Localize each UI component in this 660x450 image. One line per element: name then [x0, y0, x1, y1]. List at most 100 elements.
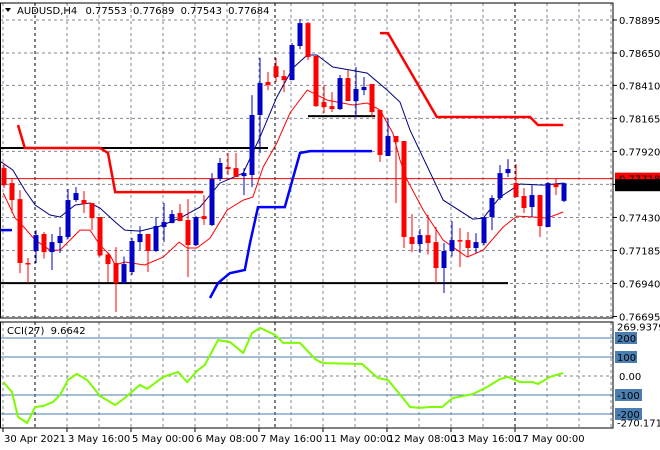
- bearish-candle: [457, 240, 463, 242]
- cci-level-label: -100: [617, 391, 640, 402]
- bearish-candle: [233, 168, 239, 178]
- close-value: 0.77684: [228, 6, 269, 17]
- bullish-candle: [385, 136, 391, 156]
- bullish-candle: [209, 179, 215, 225]
- bullish-candle: [561, 183, 567, 201]
- price-tick-label: 0.77920: [619, 147, 660, 158]
- bearish-candle: [185, 220, 191, 246]
- price-tick-label: 0.76940: [619, 279, 660, 290]
- bullish-candle: [217, 162, 223, 180]
- bearish-candle: [105, 254, 111, 265]
- price-tick-label: 0.78650: [619, 49, 660, 60]
- time-tick-label: 5 May 00:00: [132, 434, 194, 445]
- price-tick-label: 0.78895: [619, 16, 660, 27]
- cci-zero-label: 0.00: [619, 372, 641, 383]
- chart-window[interactable]: 0.78895 0.78650 0.78410 0.78165 0.77920 0.776…: [0, 0, 660, 450]
- time-tick-label: 13 May 16:00: [452, 434, 521, 445]
- bearish-candle: [369, 84, 375, 113]
- svg-text:CCI(27) 9.6642: CCI(27) 9.6642: [7, 326, 86, 337]
- cci-min-label: -270.1716: [617, 418, 660, 429]
- bearish-candle: [265, 81, 271, 86]
- bullish-candle: [361, 86, 367, 91]
- bearish-candle: [345, 78, 351, 101]
- bullish-candle: [289, 45, 295, 81]
- bullish-candle: [505, 169, 511, 174]
- bearish-candle: [97, 217, 103, 256]
- bearish-candle: [521, 196, 527, 209]
- bullish-candle: [49, 242, 55, 253]
- bearish-candle: [281, 76, 287, 81]
- bullish-candle: [73, 193, 79, 201]
- bearish-candle: [465, 240, 471, 249]
- bearish-candle: [425, 235, 431, 244]
- high-value: 0.77689: [133, 6, 174, 17]
- symbol-label: AUDUSD,H4: [17, 6, 77, 17]
- bullish-candle: [57, 236, 63, 244]
- bearish-candle: [9, 183, 15, 201]
- bullish-candle: [449, 240, 455, 251]
- bullish-candle: [161, 222, 167, 228]
- price-tick-label: 0.77185: [619, 246, 660, 257]
- bearish-candle: [329, 106, 335, 110]
- bullish-candle: [417, 235, 423, 244]
- bearish-candle: [177, 212, 183, 222]
- bullish-candle: [169, 214, 175, 224]
- price-tick-label: 0.78410: [619, 81, 660, 92]
- cci-value: 9.6642: [51, 326, 86, 337]
- bearish-candle: [17, 199, 23, 263]
- bearish-candle: [393, 136, 399, 143]
- bullish-candle: [129, 241, 135, 273]
- bullish-candle: [497, 173, 503, 199]
- cci-max-label: 269.9379: [617, 323, 660, 334]
- time-tick-label: 3 May 16:00: [68, 434, 130, 445]
- bearish-candle: [273, 66, 279, 78]
- time-tick-label: 11 May 00:00: [324, 434, 393, 445]
- time-tick-label: 17 May 00:00: [516, 434, 585, 445]
- bearish-candle: [81, 200, 87, 205]
- cci-name: CCI(27): [7, 326, 45, 337]
- bullish-candle: [153, 226, 159, 251]
- bullish-candle: [545, 183, 551, 228]
- bullish-candle: [193, 217, 199, 246]
- bearish-candle: [225, 167, 231, 170]
- bearish-candle: [401, 141, 407, 237]
- bullish-candle: [241, 173, 247, 177]
- bearish-candle: [1, 168, 7, 186]
- price-chart[interactable]: 0.78895 0.78650 0.78410 0.78165 0.77920 0.776…: [0, 0, 660, 450]
- last-price-label: 0.77684: [619, 181, 660, 192]
- cci-level-label: 100: [617, 353, 636, 364]
- bearish-candle: [553, 184, 559, 188]
- open-value: 0.77553: [85, 6, 126, 17]
- bullish-candle: [65, 200, 71, 237]
- bearish-candle: [41, 234, 47, 253]
- time-tick-label: 6 May 08:00: [196, 434, 258, 445]
- bearish-candle: [145, 234, 151, 251]
- bearish-candle: [409, 236, 415, 244]
- bullish-candle: [297, 23, 303, 47]
- time-tick-label: 12 May 08:00: [388, 434, 457, 445]
- bearish-candle: [433, 242, 439, 268]
- bullish-candle: [249, 115, 255, 175]
- time-tick-label: 30 Apr 2021: [4, 434, 66, 445]
- bullish-candle: [353, 89, 359, 101]
- bearish-candle: [25, 262, 31, 265]
- bearish-candle: [113, 262, 119, 284]
- low-value: 0.77543: [181, 6, 222, 17]
- bearish-candle: [201, 216, 207, 220]
- bearish-candle: [313, 55, 319, 107]
- svg-text:AUDUSD,H4 0.77553: AUDUSD,H4 0.77553 0.77689 0.77543 0.7768…: [17, 6, 269, 17]
- bullish-candle: [257, 83, 263, 116]
- chart-header: AUDUSD,H4 0.77553 0.77689 0.77543 0.7768…: [5, 6, 269, 17]
- bullish-candle: [33, 235, 39, 251]
- bearish-candle: [305, 23, 311, 58]
- bullish-candle: [137, 234, 143, 243]
- bearish-candle: [537, 195, 543, 227]
- price-tick-label: 0.78165: [619, 114, 660, 125]
- bullish-candle: [473, 242, 479, 249]
- price-tick-label: 0.77430: [619, 213, 660, 224]
- bearish-candle: [89, 203, 95, 219]
- bullish-candle: [529, 195, 535, 208]
- bullish-candle: [489, 198, 495, 218]
- bullish-candle: [481, 217, 487, 244]
- bearish-candle: [513, 183, 519, 198]
